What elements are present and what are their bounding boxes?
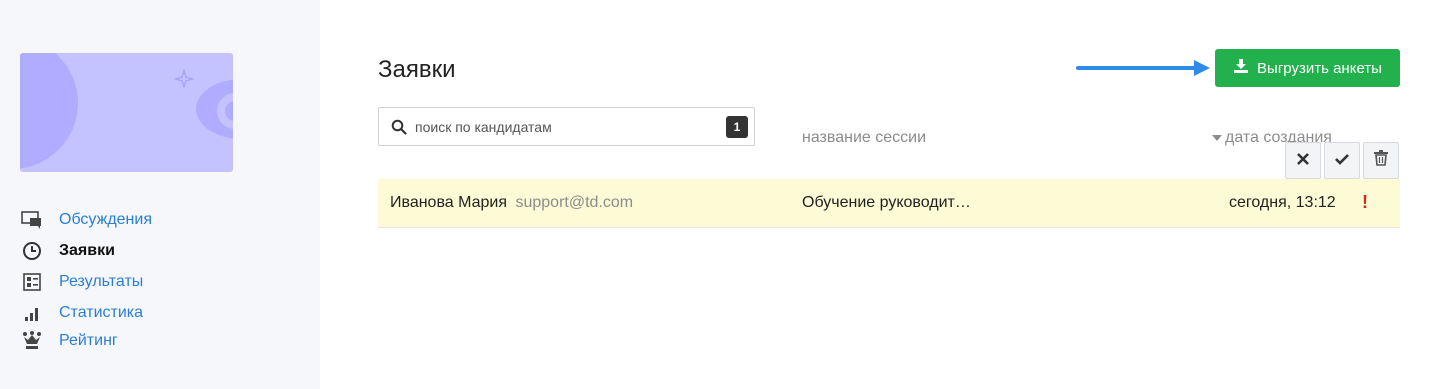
sidebar-item-label: Результаты [59, 273, 144, 290]
bar-chart-icon [20, 301, 44, 325]
search-icon [391, 119, 407, 140]
sidebar-item-applications[interactable]: Заявки [20, 238, 115, 264]
sort-desc-icon [1212, 129, 1222, 147]
sidebar-item-discussions[interactable]: Обсуждения [20, 207, 152, 233]
session-name: Обучение руководит… [802, 194, 971, 211]
sidebar-item-label: Обсуждения [59, 211, 152, 228]
alert-flag: ! [1362, 192, 1368, 212]
chat-icon [20, 208, 44, 232]
search-box: 1 [378, 107, 755, 146]
search-input[interactable] [415, 116, 715, 138]
sidebar-item-statistics[interactable]: Статистика [20, 300, 143, 326]
sidebar-item-results[interactable]: Результаты [20, 269, 143, 295]
candidate-email: support@td.com [515, 194, 634, 211]
check-icon [1335, 152, 1349, 170]
column-header-session[interactable]: название сессии [802, 129, 926, 147]
trash-icon [1374, 150, 1388, 171]
arrow-pointer-icon [1076, 60, 1210, 76]
sidebar-item-label: Статистика [59, 304, 144, 321]
report-icon [20, 270, 44, 294]
sidebar-item-label: Заявки [59, 242, 115, 259]
results-count-badge: 1 [726, 116, 748, 138]
reject-button[interactable] [1285, 142, 1321, 179]
approve-button[interactable] [1324, 142, 1360, 179]
banner-image [20, 53, 233, 172]
export-questionnaires-button[interactable]: Выгрузить анкеты [1215, 49, 1400, 87]
created-date: сегодня, 13:12 [1229, 194, 1336, 211]
candidate-name: Иванова Мария [390, 194, 508, 211]
page-title: Заявки [378, 56, 456, 83]
close-icon [1297, 152, 1309, 170]
candidate-cell: Иванова Мария support@td.com [390, 194, 633, 212]
sidebar-item-label: Рейтинг [59, 332, 118, 349]
crown-icon [20, 329, 44, 353]
table-row[interactable]: Иванова Мария support@td.com Обучение ру… [378, 179, 1400, 228]
delete-button[interactable] [1363, 142, 1399, 179]
sidebar: Обсуждения Заявки Результаты Статистика … [0, 0, 320, 389]
sidebar-item-rating[interactable]: Рейтинг [20, 328, 118, 354]
export-button-label: Выгрузить анкеты [1257, 59, 1382, 77]
download-icon [1233, 58, 1249, 78]
clock-icon [20, 239, 44, 263]
